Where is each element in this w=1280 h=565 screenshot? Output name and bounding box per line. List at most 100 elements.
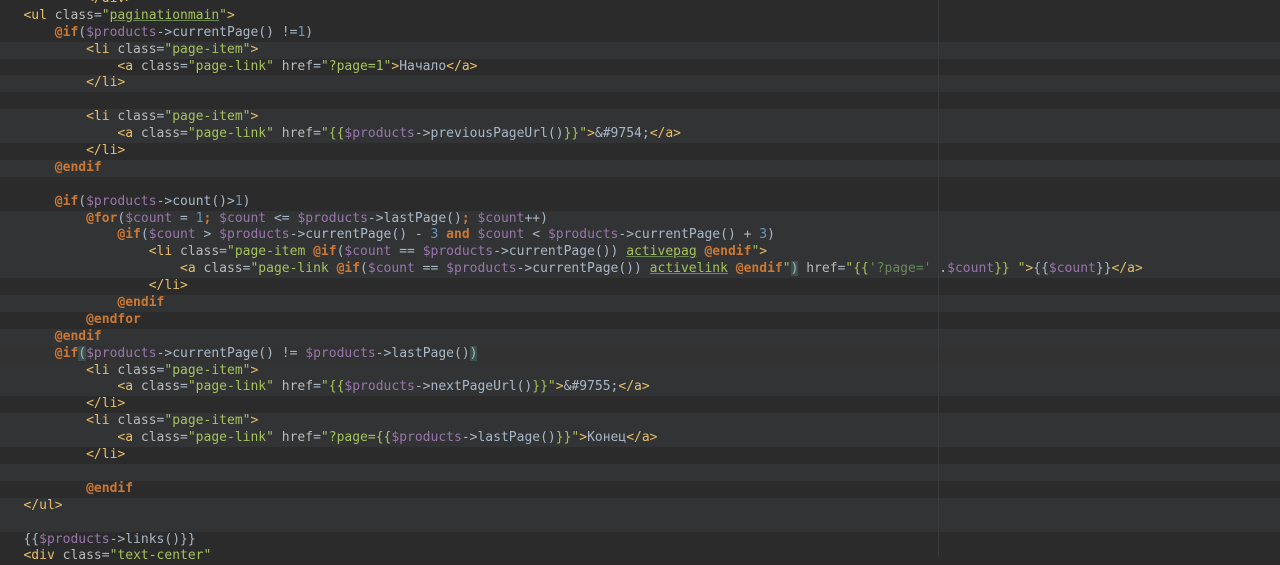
code-token: ( — [78, 24, 87, 40]
code-token: <li — [86, 413, 118, 429]
code-token: $count — [367, 261, 415, 277]
code-token: == — [414, 261, 447, 277]
code-line[interactable]: </li> — [0, 143, 1280, 160]
code-token: "page-item" — [164, 109, 251, 125]
code-token: Конец — [587, 430, 627, 446]
code-line[interactable]: </li> — [0, 396, 1280, 413]
code-line[interactable]: {{$products->links()}} — [0, 532, 1280, 549]
code-line[interactable]: @for($count = 1; $count <= $products->la… — [0, 210, 1280, 228]
code-token: class — [117, 41, 157, 57]
code-line[interactable]: @if($count > $products->currentPage() - … — [0, 227, 1280, 245]
code-token: < — [524, 227, 548, 243]
code-line[interactable]: <div class="text-center" — [0, 548, 1280, 565]
code-token: ->currentPage() + — [618, 227, 760, 243]
code-line[interactable]: <li class="page-item"> — [0, 362, 1280, 380]
code-token: "?page=1" — [320, 58, 392, 74]
code-token: "{{ — [320, 379, 345, 395]
code-token: href — [281, 58, 314, 74]
code-token: ->lastPage() — [461, 430, 556, 446]
code-line[interactable]: @endif — [0, 481, 1280, 498]
code-token: = — [313, 379, 321, 395]
code-token: @if — [54, 24, 79, 40]
code-token: <a — [117, 58, 141, 74]
code-token: &#9755; — [563, 379, 619, 395]
code-line[interactable] — [0, 177, 1280, 194]
code-token: ) — [242, 193, 251, 209]
code-line[interactable]: @if($products->currentPage() != $product… — [0, 345, 1280, 363]
code-token: {{ — [23, 531, 40, 547]
code-token: ->currentPage() - — [289, 227, 431, 243]
code-token: $count — [148, 227, 196, 243]
code-line[interactable] — [0, 514, 1280, 532]
code-line[interactable]: </li> — [0, 75, 1280, 93]
code-line[interactable]: <a class="page-link" href="{{$products->… — [0, 379, 1280, 397]
code-line[interactable]: <li class="page-item"> — [0, 109, 1280, 127]
code-token: ( — [78, 193, 87, 209]
code-line[interactable]: </ul> — [0, 497, 1280, 515]
code-line[interactable] — [0, 92, 1280, 109]
code-line[interactable]: @if($products->currentPage() !=1) — [0, 25, 1280, 42]
code-line[interactable]: <a class="page-link @if($count == $produ… — [0, 261, 1280, 279]
code-line[interactable]: <li class="page-item @if($count == $prod… — [0, 244, 1280, 262]
code-line[interactable]: <a class="page-link" href="?page=1">Нача… — [0, 59, 1280, 76]
code-token: $count — [219, 210, 267, 226]
code-token: == — [391, 244, 423, 260]
code-token: @if — [54, 345, 79, 361]
code-token: </ul> — [23, 497, 63, 513]
code-token: "{{ — [845, 261, 869, 277]
code-token: $products — [39, 531, 110, 547]
code-token: paginationmain — [109, 7, 220, 23]
code-editor[interactable]: </div> <ul class="paginationmain"> @if($… — [0, 0, 1280, 565]
code-token: }} — [1095, 261, 1112, 277]
code-line[interactable]: <a class="page-link" href="?page={{$prod… — [0, 430, 1280, 448]
code-token: 1 — [195, 210, 204, 226]
code-token: @endif — [117, 295, 165, 311]
code-line[interactable]: @endif — [0, 328, 1280, 346]
code-token: = — [219, 244, 227, 260]
code-line[interactable]: @endfor — [0, 312, 1280, 329]
code-line[interactable]: </li> — [0, 278, 1280, 295]
code-token: activepag — [626, 244, 697, 260]
code-line[interactable]: <ul class="paginationmain"> — [0, 8, 1280, 25]
code-line[interactable]: @if($products->count()>1) — [0, 194, 1280, 211]
code-token: <= — [266, 210, 298, 226]
code-token: @endif — [86, 480, 134, 496]
code-token: Начало — [399, 58, 447, 74]
code-line[interactable] — [0, 463, 1280, 481]
code-token: </li> — [86, 75, 126, 91]
code-token: $count — [125, 210, 173, 226]
code-token: "page-link" — [187, 430, 282, 446]
code-line[interactable]: <li class="page-item"> — [0, 413, 1280, 431]
code-token: . — [931, 261, 948, 277]
code-line[interactable]: <a class="page-link" href="{{$products->… — [0, 126, 1280, 144]
code-token: " — [219, 7, 227, 23]
code-token: $count — [477, 227, 525, 243]
code-token: href — [281, 379, 314, 395]
code-token: class — [117, 413, 157, 429]
code-line[interactable]: @endif — [0, 295, 1280, 312]
code-line[interactable]: <li class="page-item"> — [0, 41, 1280, 59]
code-token: ->currentPage()) — [516, 261, 650, 277]
code-token: {{ — [1033, 261, 1049, 277]
code-token: href — [798, 261, 838, 277]
code-line[interactable]: @endif — [0, 159, 1280, 177]
code-token: class — [203, 261, 243, 277]
code-token: }}" — [563, 126, 588, 142]
code-token: $count — [477, 210, 525, 226]
code-line[interactable]: </div> — [0, 0, 1280, 8]
code-token: ->count()> — [156, 193, 235, 209]
code-token: <a — [117, 379, 141, 395]
code-line[interactable]: </li> — [0, 447, 1280, 464]
